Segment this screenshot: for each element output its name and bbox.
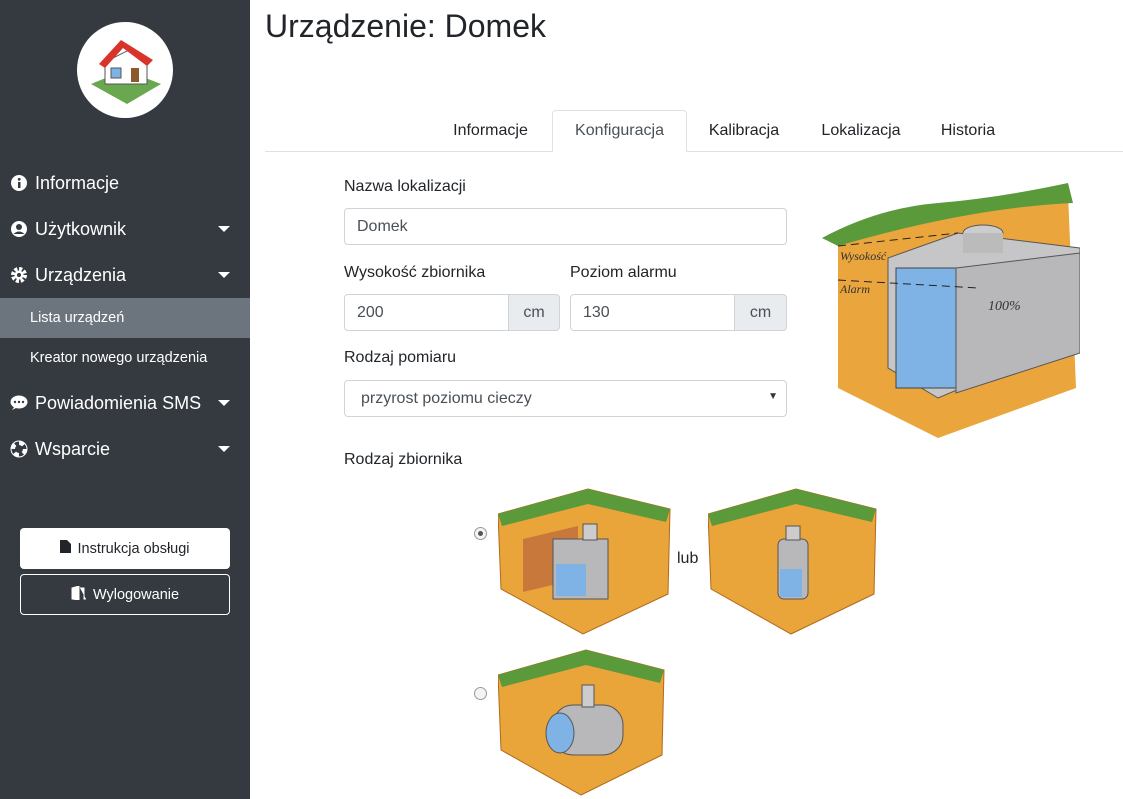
chevron-down-icon <box>218 400 230 406</box>
horizontal-tank-illustration[interactable] <box>498 645 666 797</box>
sidebar-item-wsparcie[interactable]: Wsparcie <box>0 429 250 469</box>
life-ring-icon <box>10 440 28 458</box>
alarm-level-input[interactable]: 130 <box>570 294 735 331</box>
measure-type-value: przyrost poziomu cieczy <box>361 389 532 407</box>
chevron-down-icon <box>218 226 230 232</box>
height-marker-label: Wysokość <box>840 249 887 263</box>
tank-height-input[interactable]: 200 <box>344 294 509 331</box>
tab-kalibracja[interactable]: Kalibracja <box>690 110 798 152</box>
chevron-down-icon <box>218 272 230 278</box>
tank-type-radio-horizontal[interactable] <box>474 687 487 700</box>
tab-konfiguracja[interactable]: Konfiguracja <box>552 110 687 152</box>
location-name-input[interactable]: Domek <box>344 208 787 245</box>
full-marker-label: 100% <box>988 299 1021 314</box>
select-caret-icon: ▼ <box>768 391 778 402</box>
tank-height-label: Wysokość zbiornika <box>344 264 486 281</box>
sidebar-subitem-label: Kreator nowego urządzenia <box>30 350 208 366</box>
sidebar-item-uzytkownik[interactable]: Użytkownik <box>0 209 250 249</box>
manual-button[interactable]: Instrukcja obsługi <box>20 528 230 569</box>
sidebar: Informacje Użytkownik Urządzenia Lista u… <box>0 0 250 799</box>
rectangular-tank-illustration[interactable] <box>498 484 673 636</box>
tank-type-label: Rodzaj zbiornika <box>344 451 463 468</box>
tab-lokalizacja[interactable]: Lokalizacja <box>802 110 920 152</box>
gear-icon <box>10 266 28 284</box>
tab-label: Lokalizacja <box>821 122 901 139</box>
tab-label: Konfiguracja <box>575 122 664 139</box>
sidebar-subitem-lista-urzadzen[interactable]: Lista urządzeń <box>0 298 250 338</box>
alarm-level-unit: cm <box>734 294 787 331</box>
tab-informacje[interactable]: Informacje <box>433 110 548 152</box>
sidebar-item-powiadomienia-sms[interactable]: Powiadomienia SMS <box>0 383 250 423</box>
tab-historia[interactable]: Historia <box>922 110 1014 152</box>
cylindrical-tank-illustration[interactable] <box>708 484 878 636</box>
measure-type-select[interactable]: przyrost poziomu cieczy ▼ <box>344 380 787 417</box>
alarm-level-label: Poziom alarmu <box>570 264 677 281</box>
sidebar-subitem-label: Lista urządzeń <box>30 310 125 326</box>
sidebar-item-label: Urządzenia <box>35 264 127 285</box>
tank-type-radio-rectangular[interactable] <box>474 527 487 540</box>
tank-height-unit: cm <box>508 294 560 331</box>
sidebar-item-label: Użytkownik <box>35 218 127 239</box>
logout-button-label: Wylogowanie <box>92 586 180 603</box>
user-circle-icon <box>10 220 28 238</box>
page-title: Urządzenie: Domek <box>265 8 546 44</box>
sidebar-item-label: Informacje <box>35 172 120 193</box>
sidebar-item-informacje[interactable]: Informacje <box>0 163 250 203</box>
measure-type-label: Rodzaj pomiaru <box>344 349 457 366</box>
alarm-marker-label: Alarm <box>839 282 870 296</box>
manual-button-label: Instrukcja obsługi <box>77 540 190 557</box>
door-open-icon <box>71 584 87 604</box>
sidebar-subitem-kreator[interactable]: Kreator nowego urządzenia <box>0 338 250 378</box>
sidebar-item-label: Powiadomienia SMS <box>35 392 202 413</box>
sidebar-item-label: Wsparcie <box>35 438 111 459</box>
tab-label: Historia <box>940 122 996 139</box>
tank-diagram-illustration: Wysokość Alarm 100% <box>822 183 1080 438</box>
location-name-label: Nazwa lokalizacji <box>344 178 466 195</box>
or-text: lub <box>677 550 699 567</box>
info-circle-icon <box>10 174 28 192</box>
pdf-file-icon <box>60 540 72 557</box>
logout-button[interactable]: Wylogowanie <box>20 574 230 615</box>
comment-icon <box>10 394 28 412</box>
chevron-down-icon <box>218 446 230 452</box>
tab-label: Informacje <box>453 122 528 139</box>
logo[interactable] <box>77 22 173 118</box>
tab-label: Kalibracja <box>708 122 780 139</box>
sidebar-item-urzadzenia[interactable]: Urządzenia <box>0 255 250 295</box>
